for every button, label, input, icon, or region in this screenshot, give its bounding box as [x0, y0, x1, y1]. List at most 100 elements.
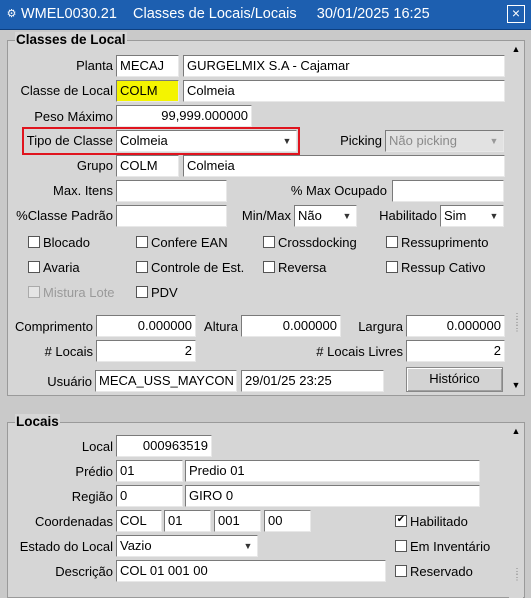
- num-locais-livres-field[interactable]: 2: [406, 340, 505, 362]
- historico-button[interactable]: Histórico: [406, 367, 503, 392]
- checkbox-box[interactable]: [136, 236, 148, 248]
- scroll-grip-icon[interactable]: ⋮ ⋮: [513, 568, 521, 582]
- regiao-code-field[interactable]: 0: [116, 485, 183, 507]
- check-icon: ✔: [396, 514, 406, 525]
- controle-est-checkbox[interactable]: Controle de Est.: [136, 260, 244, 275]
- scroll-down-icon[interactable]: ▼: [509, 378, 523, 392]
- confere-ean-checkbox[interactable]: Confere EAN: [136, 235, 228, 250]
- checkbox-box[interactable]: [395, 565, 407, 577]
- chevron-down-icon: ▼: [489, 136, 499, 146]
- largura-field[interactable]: 0.000000: [406, 315, 505, 337]
- usuario-field[interactable]: MECA_USS_MAYCON: [95, 370, 237, 392]
- planta-name-field[interactable]: GURGELMIX S.A - Cajamar: [183, 55, 505, 77]
- comprimento-label: Comprimento: [14, 319, 93, 334]
- mistura-lote-checkbox: Mistura Lote: [28, 285, 115, 300]
- tipo-de-classe-value: Colmeia: [120, 133, 168, 148]
- num-locais-field[interactable]: 2: [96, 340, 196, 362]
- comprimento-field[interactable]: 0.000000: [96, 315, 196, 337]
- controle-est-label: Controle de Est.: [151, 260, 245, 275]
- chevron-down-icon[interactable]: ▼: [488, 209, 500, 223]
- regiao-name-field[interactable]: GIRO 0: [185, 485, 480, 507]
- locais-scrollbar[interactable]: ▲ ⋮ ⋮: [509, 424, 523, 598]
- num-locais-label: # Locais: [44, 344, 93, 359]
- peso-maximo-label: Peso Máximo: [34, 109, 113, 124]
- predio-code-field[interactable]: 01: [116, 460, 183, 482]
- habilitado-checkbox[interactable]: ✔ Habilitado: [395, 514, 468, 529]
- ressuprimento-checkbox[interactable]: Ressuprimento: [386, 235, 488, 250]
- blocado-label: Blocado: [43, 235, 90, 250]
- close-icon[interactable]: ×: [507, 5, 525, 23]
- locais-title: Locais: [15, 414, 60, 429]
- planta-code-field[interactable]: MECAJ: [116, 55, 179, 77]
- checkbox-box[interactable]: [28, 236, 40, 248]
- ressup-cativo-checkbox[interactable]: Ressup Cativo: [386, 260, 486, 275]
- regiao-label: Região: [71, 489, 113, 504]
- checkbox-box[interactable]: ✔: [395, 515, 407, 527]
- tipo-de-classe-select[interactable]: Colmeia ▼: [116, 130, 297, 152]
- min-max-label: Min/Max: [241, 208, 291, 223]
- reservado-label: Reservado: [410, 564, 473, 579]
- em-inventario-label: Em Inventário: [410, 539, 491, 554]
- classe-de-local-code-field[interactable]: COLM: [116, 80, 179, 102]
- chevron-down-icon[interactable]: ▼: [242, 539, 254, 553]
- blocado-checkbox[interactable]: Blocado: [28, 235, 90, 250]
- confere-ean-label: Confere EAN: [151, 235, 228, 250]
- checkbox-box[interactable]: [136, 261, 148, 273]
- pct-classe-padrao-label: %Classe Padrão: [16, 208, 113, 223]
- checkbox-box[interactable]: [386, 261, 398, 273]
- descricao-field[interactable]: COL 01 001 00: [116, 560, 386, 582]
- local-field[interactable]: 000963519: [116, 435, 212, 457]
- max-itens-field[interactable]: [116, 180, 227, 202]
- predio-label: Prédio: [75, 464, 113, 479]
- coordenada-3-field[interactable]: 001: [214, 510, 261, 532]
- checkbox-box[interactable]: [28, 261, 40, 273]
- em-inventario-checkbox[interactable]: Em Inventário: [395, 539, 490, 554]
- largura-label: Largura: [358, 319, 403, 334]
- habilitado-label: Habilitado: [379, 208, 437, 223]
- scroll-up-icon[interactable]: ▲: [509, 424, 523, 438]
- chevron-down-icon[interactable]: ▼: [341, 209, 353, 223]
- avaria-checkbox[interactable]: Avaria: [28, 260, 80, 275]
- estado-do-local-value: Vazio: [120, 538, 152, 553]
- min-max-select[interactable]: Não ▼: [294, 205, 357, 227]
- coordenada-2-field[interactable]: 01: [164, 510, 211, 532]
- grupo-code-field[interactable]: COLM: [116, 155, 179, 177]
- checkbox-box[interactable]: [136, 286, 148, 298]
- altura-field[interactable]: 0.000000: [241, 315, 341, 337]
- chevron-down-icon[interactable]: ▼: [281, 134, 293, 148]
- habilitado-value: Sim: [444, 208, 467, 223]
- predio-name-field[interactable]: Predio 01: [185, 460, 480, 482]
- checkbox-box[interactable]: [263, 236, 275, 248]
- classes-scrollbar[interactable]: ▲ ⋮ ⋮ ⋮ ▼: [509, 42, 523, 392]
- checkbox-box: [28, 286, 40, 298]
- grupo-name-field[interactable]: Colmeia: [183, 155, 505, 177]
- coordenada-4-field[interactable]: 00: [264, 510, 311, 532]
- reversa-checkbox[interactable]: Reversa: [263, 260, 326, 275]
- reservado-checkbox[interactable]: Reservado: [395, 564, 473, 579]
- crossdocking-checkbox[interactable]: Crossdocking: [263, 235, 357, 250]
- checkbox-box[interactable]: [386, 236, 398, 248]
- pdv-label: PDV: [151, 285, 178, 300]
- max-itens-label: Max. Itens: [53, 183, 113, 198]
- app-icon: ⚙: [6, 8, 17, 20]
- classe-de-local-name-field[interactable]: Colmeia: [183, 80, 505, 102]
- pct-classe-padrao-field[interactable]: [116, 205, 227, 227]
- coordenada-1-field[interactable]: COL: [116, 510, 162, 532]
- picking-select: Não picking ▼: [385, 130, 504, 152]
- scroll-grip-icon[interactable]: ⋮ ⋮ ⋮: [513, 313, 521, 333]
- descricao-label: Descrição: [55, 564, 113, 579]
- scroll-up-icon[interactable]: ▲: [509, 42, 523, 56]
- mistura-lote-label: Mistura Lote: [43, 285, 115, 300]
- estado-do-local-select[interactable]: Vazio ▼: [116, 535, 258, 557]
- checkbox-box[interactable]: [263, 261, 275, 273]
- crossdocking-label: Crossdocking: [278, 235, 357, 250]
- avaria-label: Avaria: [43, 260, 80, 275]
- classe-de-local-label: Classe de Local: [20, 83, 114, 98]
- usuario-date-field[interactable]: 29/01/25 23:25: [241, 370, 384, 392]
- habilitado-select[interactable]: Sim ▼: [440, 205, 504, 227]
- peso-maximo-field[interactable]: 99,999.000000: [116, 105, 252, 127]
- habilitado-check-label: Habilitado: [410, 514, 468, 529]
- checkbox-box[interactable]: [395, 540, 407, 552]
- pdv-checkbox[interactable]: PDV: [136, 285, 178, 300]
- pct-max-ocupado-field[interactable]: [392, 180, 504, 202]
